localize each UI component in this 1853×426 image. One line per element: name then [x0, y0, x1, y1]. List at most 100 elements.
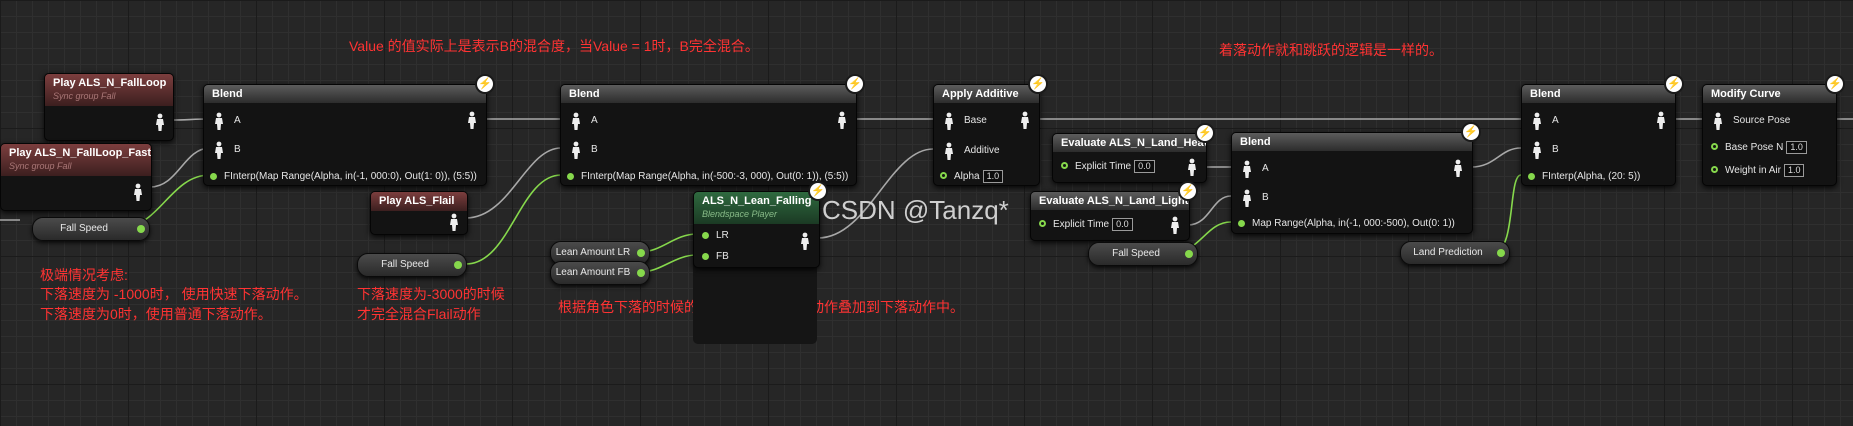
comment-flail-line1: 下落速度为-3000的时候: [357, 286, 505, 302]
pin-label: Additive: [964, 145, 1000, 156]
pose-output-pin-icon[interactable]: [1183, 158, 1201, 176]
lean-amount-fb-variable[interactable]: Lean Amount FB: [550, 261, 650, 285]
base-pose-pin[interactable]: Base Pose N 1.0: [1711, 141, 1807, 154]
fb-pin[interactable]: FB: [702, 251, 729, 263]
person-silhouette-icon: [1714, 112, 1722, 130]
variable-label: Fall Speed: [1112, 248, 1160, 259]
variable-label: Land Prediction: [1413, 247, 1483, 258]
node-header: Play ALS_N_FallLoop Sync group Fall: [45, 74, 173, 106]
alpha-expression: FInterp(Map Range(Alpha, in(-500:-3, 000…: [581, 171, 849, 182]
pin-a[interactable]: A: [1238, 160, 1269, 178]
alpha-pin[interactable]: Map Range(Alpha, in(-1, 000:-500), Out(0…: [1238, 218, 1455, 230]
pose-output-pin-icon[interactable]: [796, 232, 814, 250]
person-silhouette-icon: [572, 141, 580, 159]
lr-pin[interactable]: LR: [702, 230, 729, 242]
node-title: Blend: [1232, 133, 1472, 151]
lightning-bolt-icon: ⚡: [477, 76, 493, 92]
pin-label: B: [234, 144, 241, 155]
comment-extreme-line2: 下落速度为0时，使用普通下落动作。: [40, 306, 272, 322]
pin-b[interactable]: B: [210, 141, 241, 159]
fall-speed-variable[interactable]: Fall Speed: [32, 217, 150, 241]
blend-node-4[interactable]: Blend ⚡ A B FInterp(Alpha, (20: 5)): [1521, 76, 1682, 186]
pin-b[interactable]: B: [1528, 141, 1559, 159]
node-subtitle: Sync group Fall: [53, 91, 116, 101]
explicit-time-pin[interactable]: Explicit Time 0.0: [1061, 160, 1155, 173]
blend-node-1[interactable]: Blend ⚡ A B FInterp(Map Range(Alpha, in(…: [203, 76, 493, 186]
explicit-time-pin[interactable]: Explicit Time 0.0: [1039, 218, 1133, 231]
pin-a[interactable]: A: [210, 112, 241, 130]
alpha-pin[interactable]: FInterp(Alpha, (20: 5)): [1528, 171, 1640, 183]
node-title: Apply Additive: [934, 85, 1039, 103]
base-pin[interactable]: Base: [940, 112, 987, 130]
pose-output-pin-icon[interactable]: [151, 113, 169, 131]
lightning-bolt-icon: ⚡: [847, 76, 863, 92]
person-silhouette-icon: [215, 112, 223, 130]
land-prediction-variable[interactable]: Land Prediction: [1400, 241, 1510, 265]
weight-in-air-pin[interactable]: Weight in Air 1.0: [1711, 164, 1805, 177]
variable-label: Fall Speed: [60, 223, 108, 234]
variable-label: Lean Amount LR: [555, 247, 631, 258]
pin-label: A: [234, 115, 241, 126]
alpha-value-input[interactable]: 1.0: [982, 170, 1004, 183]
pose-output-pin-icon[interactable]: [1016, 111, 1034, 129]
fall-speed-variable[interactable]: Fall Speed: [357, 253, 467, 277]
pin-label: Source Pose: [1733, 115, 1791, 126]
source-pose-pin[interactable]: Source Pose: [1709, 112, 1791, 130]
blend-node-2[interactable]: Blend ⚡ A B FInterp(Map Range(Alpha, in(…: [560, 76, 863, 186]
comment-extreme-line1: 下落速度为 -1000时， 使用快速下落动作。: [40, 286, 308, 302]
node-title: Evaluate ALS_N_Land_Light: [1031, 192, 1189, 210]
person-silhouette-icon: [1243, 160, 1251, 178]
explicit-time-input[interactable]: 0.0: [1134, 160, 1155, 173]
base-pose-value-input[interactable]: 1.0: [1786, 141, 1807, 154]
pin-label: A: [1552, 115, 1559, 126]
variable-label: Lean Amount FB: [555, 267, 631, 278]
pin-label: Explicit Time: [1053, 219, 1110, 230]
weight-in-air-value-input[interactable]: 1.0: [1783, 164, 1805, 177]
pose-output-pin-icon[interactable]: [833, 111, 851, 129]
comment-blend-explanation: Value 的值实际上是表示B的混合度，当Value = 1时，B完全混合。: [349, 38, 759, 54]
fall-speed-variable[interactable]: Fall Speed: [1088, 242, 1198, 266]
node-title: Blend: [561, 85, 856, 103]
node-header: Play ALS_N_FallLoop_Fast Sync group Fall: [1, 144, 151, 176]
lightning-bolt-icon: ⚡: [1827, 76, 1843, 92]
node-title: Blend: [1522, 85, 1675, 103]
modify-curve-node[interactable]: Modify Curve ⚡ Source Pose Base Pose N 1.…: [1702, 76, 1843, 186]
pin-a[interactable]: A: [567, 112, 598, 130]
pin-label: Explicit Time: [1075, 161, 1132, 172]
alpha-pin[interactable]: FInterp(Map Range(Alpha, in(-500:-3, 000…: [567, 171, 848, 183]
node-title: Play ALS_N_FallLoop: [53, 77, 167, 89]
pin-b[interactable]: B: [567, 141, 598, 159]
explicit-time-input[interactable]: 0.0: [1112, 218, 1133, 231]
alpha-expression: Map Range(Alpha, in(-1, 000:-500), Out(0…: [1252, 218, 1455, 229]
pin-a[interactable]: A: [1528, 112, 1559, 130]
lightning-bolt-icon: ⚡: [1666, 76, 1682, 92]
play-fall-loop-fast-node[interactable]: Play ALS_N_FallLoop_Fast Sync group Fall: [0, 143, 152, 211]
person-silhouette-icon: [215, 141, 223, 159]
play-fall-loop-node[interactable]: Play ALS_N_FallLoop Sync group Fall: [44, 73, 174, 141]
alpha-pin[interactable]: Alpha 1.0: [940, 170, 1004, 183]
pose-output-pin-icon[interactable]: [1652, 111, 1670, 129]
pin-b[interactable]: B: [1238, 189, 1269, 207]
pose-output-pin-icon[interactable]: [1449, 159, 1467, 177]
pose-output-pin-icon[interactable]: [129, 183, 147, 201]
pin-label: LR: [716, 230, 729, 241]
additive-pin[interactable]: Additive: [940, 142, 1000, 160]
alpha-pin[interactable]: FInterp(Map Range(Alpha, in(-1, 000:0), …: [210, 171, 477, 183]
pin-label: B: [1552, 144, 1559, 155]
play-flail-node[interactable]: Play ALS_Flail: [370, 191, 468, 235]
person-silhouette-icon: [1533, 141, 1541, 159]
evaluate-land-light-node[interactable]: Evaluate ALS_N_Land_Light ⚡ Explicit Tim…: [1030, 183, 1196, 241]
lean-falling-blendspace-node[interactable]: ALS_N_Lean_Falling Blendspace Player ⚡ L…: [693, 183, 826, 268]
apply-additive-node[interactable]: Apply Additive ⚡ Base Additive Alpha 1.0: [933, 76, 1046, 186]
person-silhouette-icon: [945, 142, 953, 160]
pose-output-pin-icon[interactable]: [1166, 216, 1184, 234]
node-subtitle: Sync group Fall: [9, 161, 72, 171]
pose-output-pin-icon[interactable]: [463, 111, 481, 129]
node-header: Play ALS_Flail: [371, 192, 467, 211]
evaluate-land-heavy-node[interactable]: Evaluate ALS_N_Land_Heavy ⚡ Explicit Tim…: [1052, 125, 1213, 183]
lightning-bolt-icon: ⚡: [1180, 183, 1196, 199]
pose-output-pin-icon[interactable]: [445, 213, 463, 231]
node-title: Modify Curve: [1703, 85, 1836, 103]
node-title: ALS_N_Lean_Falling: [702, 195, 812, 207]
blend-node-3[interactable]: Blend ⚡ A B Map Range(Alpha, in(-1, 000:…: [1231, 124, 1479, 234]
